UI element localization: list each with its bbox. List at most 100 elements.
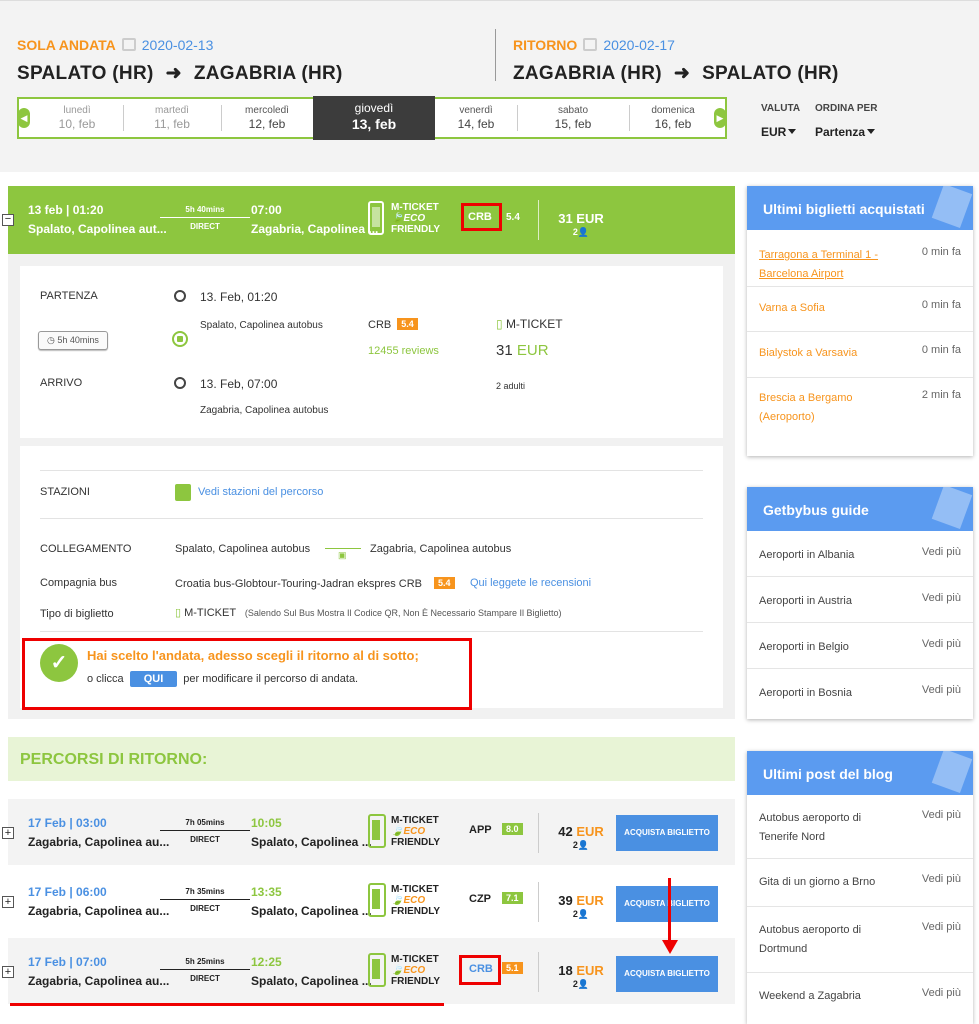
see-more-link[interactable]: Vedi più [922,546,961,558]
ticket-type-value: ▯ M-TICKET (Salendo Sul Bus Mostra Il Co… [175,606,562,619]
rating-badge: 5.4 [397,318,418,330]
company-code: CRB 5.4 [368,318,418,331]
see-more-link[interactable]: Vedi più [922,809,961,821]
price-number: 18 [558,963,573,978]
eco-label: 🍃ECO [391,213,426,224]
day-thursday-selected[interactable]: giovedì 13, feb [313,96,435,140]
day-sunday[interactable]: domenica 16, feb [629,99,717,137]
expand-icon[interactable]: + [2,966,14,978]
friendly-label: FRIENDLY [391,224,441,235]
recent-route[interactable]: Brescia a Bergamo (Aeroporto) [759,389,899,427]
eco-text: ECO [403,826,426,837]
currency-value[interactable]: EUR [761,125,800,139]
blog-item[interactable]: Gita di un giorno a Brno Vedi più [747,859,973,907]
blog-post-title[interactable]: Gita di un giorno a Brno [759,873,899,892]
returns-title: PERCORSI DI RITORNO: [20,751,208,768]
day-name: venerdì [459,105,493,116]
return-departure: 17 Feb | 07:00 Zagabria, Capolinea au... [28,955,169,988]
arrow-right-icon: ➜ [673,63,691,84]
blog-post-title[interactable]: Autobus aeroporto di Dortmund [759,921,899,959]
return-to: SPALATO (HR) [702,63,839,84]
row-divider [538,952,539,992]
price-currency: EUR [576,824,604,839]
return-route-row[interactable]: + 17 Feb | 06:00 Zagabria, Capolinea au..… [2,868,735,934]
collapse-icon[interactable]: − [2,214,14,226]
arrival-time: 10:05 [251,816,282,830]
guide-item[interactable]: Aeroporti in Austria Vedi più [747,577,973,623]
stations-label: STAZIONI [40,486,90,498]
rating-badge: 5.1 [502,962,523,974]
trip-summary-card: PARTENZA 13. Feb, 01:20 Spalato, Capolin… [20,266,723,438]
day-tuesday[interactable]: martedì 11, feb [123,99,221,137]
arrival-time: 13:35 [251,885,282,899]
divider [40,470,703,471]
recent-ticket-item[interactable]: Bialystok a Varsavia 0 min fa [747,332,973,378]
return-route: ZAGABRIA (HR) ➜ SPALATO (HR) [513,62,839,85]
buy-ticket-button[interactable]: ACQUISTA BIGLIETTO [616,886,718,922]
return-route-row[interactable]: + 17 Feb | 03:00 Zagabria, Capolinea au..… [2,799,735,865]
recent-ticket-item[interactable]: Brescia a Bergamo (Aeroporto) 2 min fa [747,378,973,440]
prev-day-icon[interactable]: ◀ [18,108,30,128]
duration-indicator: 5h 40mins DIRECT [160,205,250,231]
reviews-link[interactable]: 12455 reviews [368,345,439,357]
selected-departure: 13 feb | 01:20 Spalato, Capolinea aut... [28,203,167,236]
blog-post-title[interactable]: Weekend a Zagabria [759,987,899,1006]
reviews-link[interactable]: Qui leggete le recensioni [470,577,591,589]
buy-ticket-button[interactable]: ACQUISTA BIGLIETTO [616,956,718,992]
departure-time: 17 Feb | 07:00 [28,955,107,969]
selected-route-bar[interactable]: − 13 feb | 01:20 Spalato, Capolinea aut..… [2,186,735,254]
stations-link[interactable]: Vedi stazioni del percorso [198,486,323,498]
duration-text: 5h 25mins [185,957,225,966]
currency-select[interactable]: VALUTA EUR [761,103,800,139]
recent-route[interactable]: Varna a Sofia [759,299,899,318]
row-divider [538,813,539,853]
see-more-link[interactable]: Vedi più [922,638,961,650]
blog-item[interactable]: Autobus aeroporto di Tenerife Nord Vedi p… [747,795,973,859]
detail-price: 31 EUR [496,342,549,359]
mobile-ticket-icon [368,953,386,987]
stations-icon [175,484,191,501]
return-route-row[interactable]: + 17 Feb | 07:00 Zagabria, Capolinea au..… [2,938,735,1004]
recent-route[interactable]: Tarragona a Terminal 1 - Barcelona Airpo… [759,246,899,284]
widget-header: Ultimi post del blog [747,751,973,795]
day-saturday[interactable]: sabato 15, feb [517,99,629,137]
friendly-label: FRIENDLY [391,837,441,848]
m-ticket-eco-label: M-TICKET 🍃ECO FRIENDLY [391,884,440,917]
day-friday[interactable]: venerdì 14, feb [435,99,517,137]
sort-select[interactable]: ORDINA PER Partenza [815,103,877,139]
outbound-date[interactable]: 2020-02-13 [142,37,214,53]
recent-ticket-item[interactable]: Varna a Sofia 0 min fa [747,287,973,332]
blog-item[interactable]: Autobus aeroporto di Dortmund Vedi più [747,907,973,973]
return-date[interactable]: 2020-02-17 [603,37,675,53]
friendly-label: FRIENDLY [391,906,441,917]
recent-route[interactable]: Bialystok a Varsavia [759,344,899,363]
sort-label: ORDINA PER [815,103,878,114]
annotation-arrow-head [662,940,678,954]
outbound-route: SPALATO (HR) ➜ ZAGABRIA (HR) [17,62,343,85]
see-more-link[interactable]: Vedi più [922,873,961,885]
guide-item[interactable]: Aeroporti in Albania Vedi più [747,531,973,577]
departure-time: 17 Feb | 03:00 [28,816,107,830]
recent-ticket-item[interactable]: Tarragona a Terminal 1 - Barcelona Airpo… [747,230,973,287]
see-more-link[interactable]: Vedi più [922,987,961,999]
buy-ticket-button[interactable]: ACQUISTA BIGLIETTO [616,815,718,851]
departure-dot-icon [174,290,186,302]
day-monday[interactable]: lunedì 10, feb [31,99,123,137]
day-name: domenica [651,105,695,116]
ticket-note: (Salendo Sul Bus Mostra Il Codice QR, No… [244,608,562,618]
sort-value[interactable]: Partenza [815,125,877,139]
expand-icon[interactable]: + [2,827,14,839]
see-more-link[interactable]: Vedi più [922,592,961,604]
guide-item[interactable]: Aeroporti in Bosnia Vedi più [747,669,973,719]
departure-station: Zagabria, Capolinea au... [28,904,170,918]
widget-title: Ultimi biglietti acquistati [763,201,925,217]
see-more-link[interactable]: Vedi più [922,684,961,696]
day-wednesday[interactable]: mercoledì 12, feb [221,99,313,137]
blog-item[interactable]: Weekend a Zagabria Vedi più [747,973,973,1021]
rating-badge: 8.0 [502,823,523,835]
see-more-link[interactable]: Vedi più [922,921,961,933]
blog-post-title[interactable]: Autobus aeroporto di Tenerife Nord [759,809,899,847]
expand-icon[interactable]: + [2,896,14,908]
next-day-icon[interactable]: ▶ [714,108,726,128]
guide-item[interactable]: Aeroporti in Belgio Vedi più [747,623,973,669]
